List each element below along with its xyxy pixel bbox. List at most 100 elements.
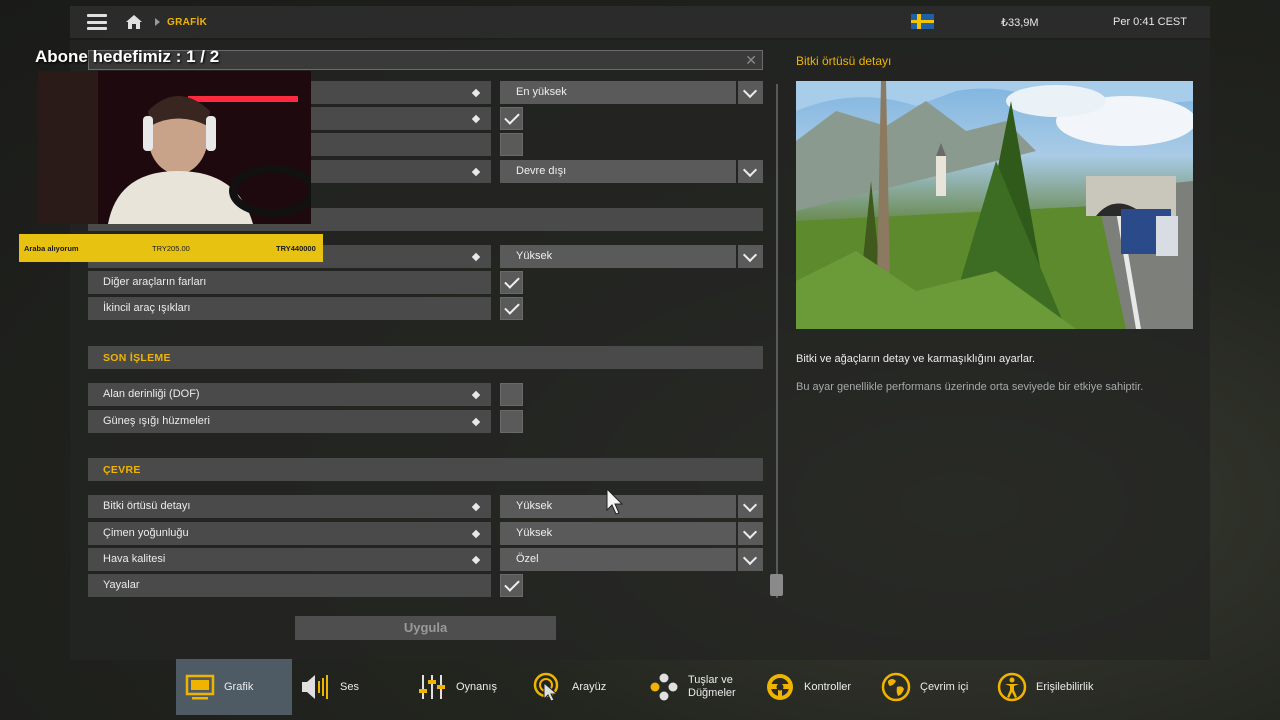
money-balance: ₺33,9M: [1001, 17, 1039, 29]
dof-checkbox[interactable]: [500, 383, 523, 406]
setting-label: Hava kalitesi: [103, 553, 166, 565]
donation-current: TRY205.00: [152, 244, 190, 253]
other-vehicle-lights-checkbox[interactable]: [500, 271, 523, 294]
setting-row-other-vehicle-lights[interactable]: Diğer araçların farları: [88, 271, 491, 294]
section-title: ÇEVRE: [103, 464, 141, 476]
setting-dropdown[interactable]: Yüksek: [500, 245, 763, 268]
secondary-lights-checkbox[interactable]: [500, 297, 523, 320]
tab-label: Tuşlar ve Düğmeler: [688, 674, 736, 699]
chevron-down-icon[interactable]: [738, 522, 763, 545]
sliders-icon: [419, 675, 445, 699]
setting-dropdown[interactable]: Devre dışı: [500, 160, 763, 183]
setting-row-sun-shafts[interactable]: Güneş ışığı hüzmeleri: [88, 410, 491, 433]
dropdown-value: En yüksek: [516, 86, 567, 98]
tab-sound[interactable]: Ses: [292, 659, 408, 715]
setting-label: Güneş ışığı hüzmeleri: [103, 415, 210, 427]
accessibility-icon: [997, 672, 1027, 702]
chevron-down-icon[interactable]: [738, 81, 763, 104]
preview-image: [796, 81, 1193, 329]
donation-goal: TRY440000: [276, 244, 316, 253]
speaker-icon: [302, 675, 328, 699]
diamond-icon: [471, 529, 481, 539]
chevron-down-icon[interactable]: [738, 245, 763, 268]
tab-accessibility[interactable]: Erişilebilirlik: [988, 659, 1104, 715]
dropdown-value: Yüksek: [516, 250, 553, 262]
detail-title: Bitki örtüsü detayı: [796, 54, 892, 68]
tab-label: Arayüz: [572, 680, 607, 693]
setting-label: İkincil araç ışıkları: [103, 302, 191, 314]
globe-icon: [881, 672, 911, 702]
chevron-down-icon[interactable]: [738, 160, 763, 183]
tab-keys-buttons[interactable]: Tuşlar ve Düğmeler: [640, 659, 756, 715]
game-clock: Per 0:41 CEST: [1113, 16, 1187, 28]
tab-interface[interactable]: Arayüz: [524, 659, 640, 715]
sun-shafts-checkbox[interactable]: [500, 410, 523, 433]
menu-icon[interactable]: [87, 14, 107, 30]
sweden-flag-icon: [911, 14, 934, 29]
pedestrians-checkbox[interactable]: [500, 574, 523, 597]
breadcrumb-chevron-icon: [155, 18, 160, 26]
chevron-down-icon[interactable]: [738, 495, 763, 518]
setting-label: Diğer araçların farları: [103, 276, 207, 288]
monitor-icon: [185, 674, 215, 700]
setting-label: Bitki örtüsü detayı: [103, 500, 191, 512]
mouse-cursor-icon: [606, 488, 624, 515]
setting-row-secondary-lights[interactable]: İkincil araç ışıkları: [88, 297, 491, 320]
cursor-target-icon: [533, 672, 559, 702]
tab-label: Çevrim içi: [920, 680, 969, 693]
setting-dropdown[interactable]: En yüksek: [500, 81, 763, 104]
dropdown-value: Devre dışı: [516, 165, 567, 177]
donation-label: Araba alıyorum: [24, 244, 79, 253]
setting-checkbox[interactable]: [500, 107, 523, 130]
tab-graphics[interactable]: Grafik: [176, 659, 292, 715]
diamond-icon: [471, 114, 481, 124]
setting-label: Yayalar: [103, 579, 140, 591]
dropdown-value: Yüksek: [516, 500, 553, 512]
diamond-icon: [471, 417, 481, 427]
diamond-icon: [471, 502, 481, 512]
diamond-icon: [471, 555, 481, 565]
tab-label: Oynanış: [456, 680, 497, 693]
detail-note: Bu ayar genellikle performans üzerinde o…: [796, 381, 1144, 393]
tab-controls[interactable]: Kontroller: [756, 659, 872, 715]
apply-button[interactable]: Uygula: [295, 616, 556, 640]
chevron-down-icon[interactable]: [738, 548, 763, 571]
webcam-overlay: [38, 71, 311, 224]
setting-row-weather-quality[interactable]: Hava kalitesi: [88, 548, 491, 571]
gamepad-buttons-icon: [650, 673, 678, 701]
dropdown-value: Yüksek: [516, 527, 553, 539]
setting-row-vegetation-detail[interactable]: Bitki örtüsü detayı: [88, 495, 491, 518]
tab-gameplay[interactable]: Oynanış: [408, 659, 524, 715]
close-icon[interactable]: ✕: [745, 52, 757, 68]
dropdown-value: Özel: [516, 553, 539, 565]
setting-row-dof[interactable]: Alan derinliği (DOF): [88, 383, 491, 406]
diamond-icon: [471, 252, 481, 262]
scrollbar-track[interactable]: [776, 84, 778, 598]
setting-row-grass-density[interactable]: Çimen yoğunluğu: [88, 522, 491, 545]
diamond-icon: [471, 88, 481, 98]
setting-row-pedestrians[interactable]: Yayalar: [88, 574, 491, 597]
grass-density-dropdown[interactable]: Yüksek: [500, 522, 763, 545]
diamond-icon: [471, 167, 481, 177]
tab-label: Kontroller: [804, 680, 852, 693]
detail-description: Bitki ve ağaçların detay ve karmaşıklığı…: [796, 353, 1036, 365]
bottom-nav: Grafik Ses Oynanış Arayüz Tuşlar ve Düğm…: [176, 659, 1104, 715]
setting-label: Çimen yoğunluğu: [103, 527, 189, 539]
setting-label: Alan derinliği (DOF): [103, 388, 200, 400]
scrollbar-thumb[interactable]: [770, 574, 783, 596]
section-header-environment: ÇEVRE: [88, 458, 763, 481]
home-icon[interactable]: [125, 13, 143, 31]
steering-wheel-icon: [767, 674, 793, 700]
setting-checkbox[interactable]: [500, 133, 523, 156]
weather-quality-dropdown[interactable]: Özel: [500, 548, 763, 571]
tab-label: Ses: [340, 680, 359, 693]
vegetation-detail-dropdown[interactable]: Yüksek: [500, 495, 763, 518]
top-bar: GRAFİK ₺33,9M Per 0:41 CEST: [70, 6, 1210, 38]
breadcrumb[interactable]: GRAFİK: [167, 17, 207, 28]
tab-label: Erişilebilirlik: [1036, 680, 1094, 693]
subscriber-goal-text: Abone hedefimiz : 1 / 2: [35, 47, 220, 66]
tab-online[interactable]: Çevrim içi: [872, 659, 988, 715]
section-header-post-processing: SON İŞLEME: [88, 346, 763, 369]
tab-label: Grafik: [224, 680, 254, 693]
donation-goal-bar: Araba alıyorum TRY205.00 TRY440000: [19, 234, 323, 262]
